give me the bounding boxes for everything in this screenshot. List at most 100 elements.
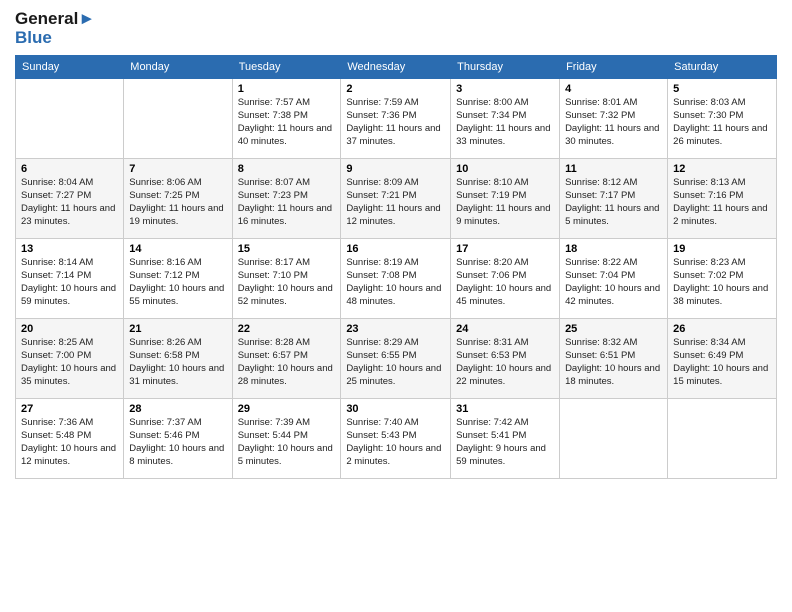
day-info: Sunrise: 8:31 AMSunset: 6:53 PMDaylight:…	[456, 337, 554, 388]
day-number: 26	[673, 323, 771, 335]
day-number: 17	[456, 243, 554, 255]
day-info: Sunrise: 7:59 AMSunset: 7:36 PMDaylight:…	[346, 97, 445, 148]
calendar-week-2: 6 Sunrise: 8:04 AMSunset: 7:27 PMDaylight…	[16, 159, 777, 239]
day-info: Sunrise: 8:04 AMSunset: 7:27 PMDaylight:…	[21, 177, 118, 228]
day-info: Sunrise: 8:29 AMSunset: 6:55 PMDaylight:…	[346, 337, 445, 388]
day-info: Sunrise: 8:20 AMSunset: 7:06 PMDaylight:…	[456, 257, 554, 308]
day-number: 5	[673, 83, 771, 95]
day-number: 28	[129, 403, 226, 415]
calendar-table: SundayMondayTuesdayWednesdayThursdayFrid…	[15, 55, 777, 479]
day-info: Sunrise: 8:06 AMSunset: 7:25 PMDaylight:…	[129, 177, 226, 228]
day-info: Sunrise: 7:36 AMSunset: 5:48 PMDaylight:…	[21, 417, 118, 468]
day-info: Sunrise: 8:00 AMSunset: 7:34 PMDaylight:…	[456, 97, 554, 148]
day-number: 12	[673, 163, 771, 175]
day-info: Sunrise: 7:57 AMSunset: 7:38 PMDaylight:…	[238, 97, 336, 148]
calendar-cell: 27 Sunrise: 7:36 AMSunset: 5:48 PMDayligh…	[16, 399, 124, 479]
calendar-cell: 28 Sunrise: 7:37 AMSunset: 5:46 PMDayligh…	[124, 399, 232, 479]
calendar-cell: 7Sunrise: 8:06 AMSunset: 7:25 PMDaylight…	[124, 159, 232, 239]
calendar-week-1: 1 Sunrise: 7:57 AMSunset: 7:38 PMDaylight…	[16, 79, 777, 159]
day-number: 24	[456, 323, 554, 335]
day-number: 14	[129, 243, 226, 255]
page-header: General► Blue	[15, 10, 777, 47]
day-info: Sunrise: 8:19 AMSunset: 7:08 PMDaylight:…	[346, 257, 445, 308]
calendar-cell: 5 Sunrise: 8:03 AMSunset: 7:30 PMDaylight…	[668, 79, 777, 159]
calendar-header-row: SundayMondayTuesdayWednesdayThursdayFrid…	[16, 56, 777, 79]
day-header-thursday: Thursday	[451, 56, 560, 79]
day-header-saturday: Saturday	[668, 56, 777, 79]
calendar-cell: 6 Sunrise: 8:04 AMSunset: 7:27 PMDaylight…	[16, 159, 124, 239]
day-info: Sunrise: 8:25 AMSunset: 7:00 PMDaylight:…	[21, 337, 118, 388]
calendar-cell: 30 Sunrise: 7:40 AMSunset: 5:43 PMDayligh…	[341, 399, 451, 479]
day-info: Sunrise: 8:17 AMSunset: 7:10 PMDaylight:…	[238, 257, 336, 308]
day-number: 6	[21, 163, 118, 175]
day-number: 16	[346, 243, 445, 255]
calendar-cell: 18 Sunrise: 8:22 AMSunset: 7:04 PMDayligh…	[560, 239, 668, 319]
logo-text-line1: General►	[15, 10, 95, 29]
day-number: 8	[238, 163, 336, 175]
day-number: 31	[456, 403, 554, 415]
calendar-week-4: 20 Sunrise: 8:25 AMSunset: 7:00 PMDayligh…	[16, 319, 777, 399]
day-info: Sunrise: 8:26 AMSunset: 6:58 PMDaylight:…	[129, 337, 226, 388]
day-number: 1	[238, 83, 336, 95]
day-number: 4	[565, 83, 662, 95]
day-info: Sunrise: 8:16 AMSunset: 7:12 PMDaylight:…	[129, 257, 226, 308]
calendar-cell: 15Sunrise: 8:17 AMSunset: 7:10 PMDayligh…	[232, 239, 341, 319]
calendar-cell: 12 Sunrise: 8:13 AMSunset: 7:16 PMDayligh…	[668, 159, 777, 239]
day-info: Sunrise: 7:40 AMSunset: 5:43 PMDaylight:…	[346, 417, 445, 468]
day-number: 29	[238, 403, 336, 415]
calendar-cell: 1 Sunrise: 7:57 AMSunset: 7:38 PMDaylight…	[232, 79, 341, 159]
day-info: Sunrise: 8:22 AMSunset: 7:04 PMDaylight:…	[565, 257, 662, 308]
day-info: Sunrise: 8:34 AMSunset: 6:49 PMDaylight:…	[673, 337, 771, 388]
calendar-cell: 11 Sunrise: 8:12 AMSunset: 7:17 PMDayligh…	[560, 159, 668, 239]
calendar-cell: 13Sunrise: 8:14 AMSunset: 7:14 PMDayligh…	[16, 239, 124, 319]
day-header-sunday: Sunday	[16, 56, 124, 79]
day-info: Sunrise: 8:32 AMSunset: 6:51 PMDaylight:…	[565, 337, 662, 388]
logo: General► Blue	[15, 10, 95, 47]
calendar-cell: 31 Sunrise: 7:42 AMSunset: 5:41 PMDayligh…	[451, 399, 560, 479]
day-number: 27	[21, 403, 118, 415]
calendar-week-5: 27 Sunrise: 7:36 AMSunset: 5:48 PMDayligh…	[16, 399, 777, 479]
calendar-page: General► Blue SundayMondayTuesdayWednesd…	[0, 0, 792, 612]
calendar-cell: 21 Sunrise: 8:26 AMSunset: 6:58 PMDayligh…	[124, 319, 232, 399]
day-number: 23	[346, 323, 445, 335]
calendar-cell: 25Sunrise: 8:32 AMSunset: 6:51 PMDayligh…	[560, 319, 668, 399]
day-info: Sunrise: 7:42 AMSunset: 5:41 PMDaylight:…	[456, 417, 554, 468]
day-info: Sunrise: 8:12 AMSunset: 7:17 PMDaylight:…	[565, 177, 662, 228]
calendar-cell: 24 Sunrise: 8:31 AMSunset: 6:53 PMDayligh…	[451, 319, 560, 399]
calendar-cell	[560, 399, 668, 479]
day-number: 20	[21, 323, 118, 335]
calendar-cell: 10Sunrise: 8:10 AMSunset: 7:19 PMDayligh…	[451, 159, 560, 239]
calendar-cell: 17 Sunrise: 8:20 AMSunset: 7:06 PMDayligh…	[451, 239, 560, 319]
day-number: 3	[456, 83, 554, 95]
calendar-cell: 29 Sunrise: 7:39 AMSunset: 5:44 PMDayligh…	[232, 399, 341, 479]
day-number: 18	[565, 243, 662, 255]
day-info: Sunrise: 8:01 AMSunset: 7:32 PMDaylight:…	[565, 97, 662, 148]
day-info: Sunrise: 8:03 AMSunset: 7:30 PMDaylight:…	[673, 97, 771, 148]
day-number: 30	[346, 403, 445, 415]
day-info: Sunrise: 8:10 AMSunset: 7:19 PMDaylight:…	[456, 177, 554, 228]
day-info: Sunrise: 8:28 AMSunset: 6:57 PMDaylight:…	[238, 337, 336, 388]
day-number: 11	[565, 163, 662, 175]
day-number: 22	[238, 323, 336, 335]
calendar-cell: 26 Sunrise: 8:34 AMSunset: 6:49 PMDayligh…	[668, 319, 777, 399]
day-info: Sunrise: 7:39 AMSunset: 5:44 PMDaylight:…	[238, 417, 336, 468]
day-info: Sunrise: 8:14 AMSunset: 7:14 PMDaylight:…	[21, 257, 118, 308]
calendar-cell: 19Sunrise: 8:23 AMSunset: 7:02 PMDayligh…	[668, 239, 777, 319]
day-info: Sunrise: 8:13 AMSunset: 7:16 PMDaylight:…	[673, 177, 771, 228]
calendar-cell: 14 Sunrise: 8:16 AMSunset: 7:12 PMDayligh…	[124, 239, 232, 319]
calendar-cell: 9Sunrise: 8:09 AMSunset: 7:21 PMDaylight…	[341, 159, 451, 239]
logo-text-line2: Blue	[15, 29, 95, 48]
day-info: Sunrise: 8:07 AMSunset: 7:23 PMDaylight:…	[238, 177, 336, 228]
day-header-monday: Monday	[124, 56, 232, 79]
day-header-tuesday: Tuesday	[232, 56, 341, 79]
day-header-friday: Friday	[560, 56, 668, 79]
calendar-week-3: 13Sunrise: 8:14 AMSunset: 7:14 PMDayligh…	[16, 239, 777, 319]
day-info: Sunrise: 8:23 AMSunset: 7:02 PMDaylight:…	[673, 257, 771, 308]
day-number: 21	[129, 323, 226, 335]
day-number: 2	[346, 83, 445, 95]
calendar-cell: 4 Sunrise: 8:01 AMSunset: 7:32 PMDaylight…	[560, 79, 668, 159]
calendar-cell	[124, 79, 232, 159]
calendar-cell: 2 Sunrise: 7:59 AMSunset: 7:36 PMDaylight…	[341, 79, 451, 159]
day-header-wednesday: Wednesday	[341, 56, 451, 79]
day-info: Sunrise: 7:37 AMSunset: 5:46 PMDaylight:…	[129, 417, 226, 468]
